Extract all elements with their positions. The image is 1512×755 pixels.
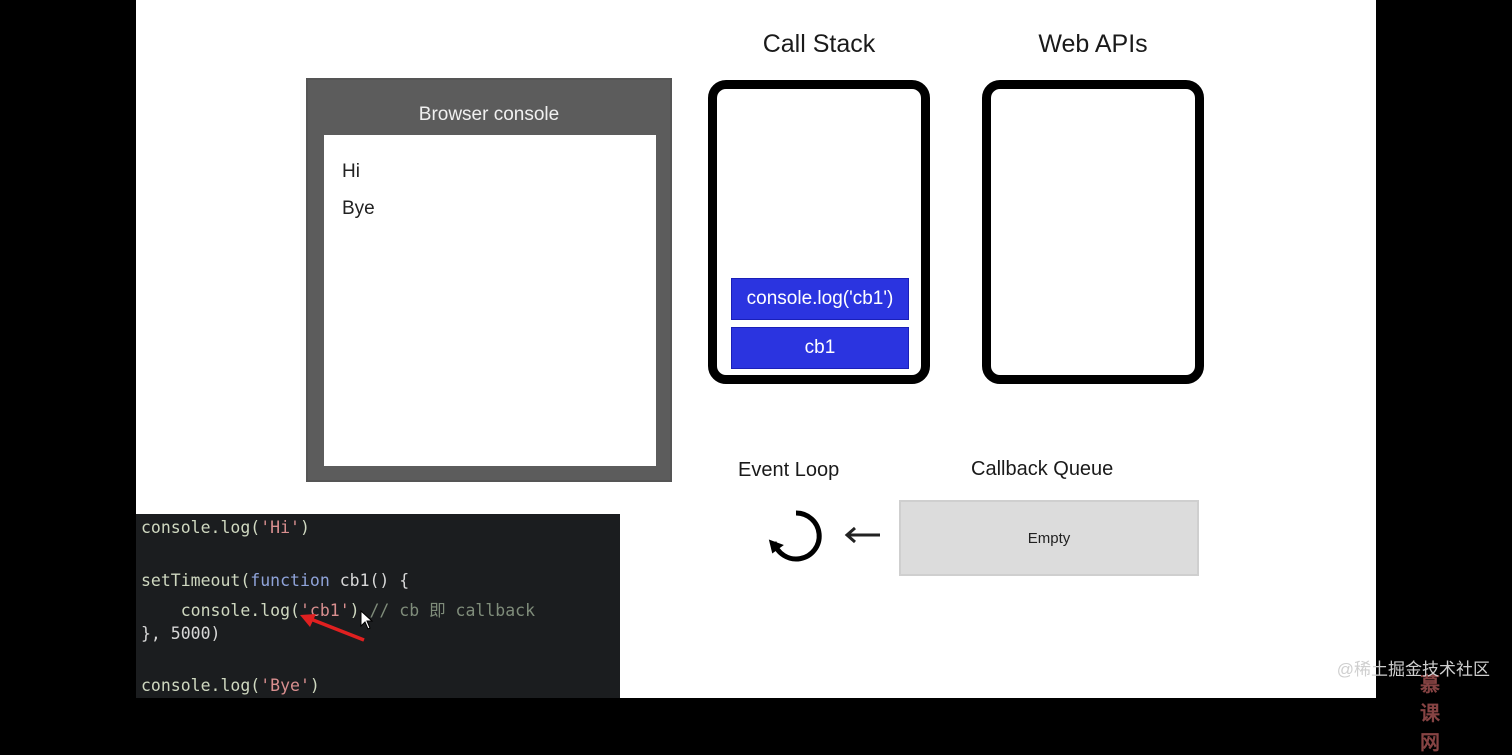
web-apis-title: Web APIs (1038, 30, 1148, 58)
call-stack-title: Call Stack (762, 30, 876, 58)
callback-queue-label: Callback Queue (971, 458, 1114, 480)
callback-queue-box: Empty (899, 500, 1199, 576)
browser-console-title: Browser console (418, 104, 560, 125)
code-string: 'Bye' (260, 676, 310, 695)
code-string: 'Hi' (260, 518, 300, 537)
call-stack-frame: console.log('cb1') cb1 (708, 80, 930, 384)
left-arrow-icon (842, 522, 882, 548)
event-loop-label: Event Loop (738, 459, 840, 481)
code-token: cb1() { (329, 571, 410, 590)
callback-queue-content: Empty (1027, 529, 1071, 547)
console-output-line: Bye (342, 198, 375, 219)
logo: 慕课网 (1420, 674, 1440, 754)
browser-console-panel: Browser console Hi Bye (306, 78, 672, 482)
code-line: console.log('Bye') (141, 676, 320, 695)
code-token: console.log( (141, 518, 261, 537)
console-output-line: Hi (342, 161, 360, 182)
browser-console-output: Hi Bye (324, 135, 656, 466)
mouse-cursor-icon (360, 609, 374, 630)
code-keyword: function (250, 571, 330, 590)
call-stack-item: console.log('cb1') (731, 278, 909, 320)
code-token: setTimeout( (141, 571, 251, 590)
annotation-arrow-icon (296, 610, 368, 646)
code-token: }, 5000) (141, 624, 221, 643)
web-apis-frame (982, 80, 1204, 384)
code-token: ) (299, 518, 310, 537)
code-line: setTimeout(function cb1() { (141, 571, 409, 590)
code-line: }, 5000) (141, 624, 220, 643)
code-token: ) (309, 676, 320, 695)
code-token: console.log( (141, 676, 261, 695)
code-editor-panel: console.log('Hi') setTimeout(function cb… (136, 514, 620, 698)
event-loop-cycle-icon (766, 506, 826, 566)
code-line: console.log('Hi') (141, 518, 310, 537)
code-comment: // cb 即 callback (369, 601, 536, 620)
watermark: @稀土掘金技术社区 (1336, 660, 1490, 679)
code-token: console.log( (141, 601, 300, 620)
call-stack-item: cb1 (731, 327, 909, 369)
